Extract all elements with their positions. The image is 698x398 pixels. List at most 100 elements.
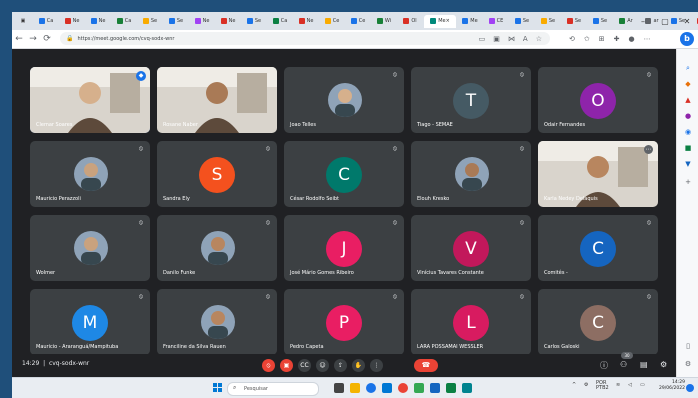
games-icon[interactable]: ●	[683, 111, 693, 121]
close-icon[interactable]: ✕	[676, 17, 698, 26]
tab[interactable]: Se	[138, 15, 162, 28]
chat-icon[interactable]: ▤	[640, 360, 648, 369]
emoji-button[interactable]: ☺	[316, 359, 329, 372]
participant-tile[interactable]: M ⦸ Mauricio - Araranguá/Mampituba	[30, 289, 150, 355]
settings-icon[interactable]: ⚙	[683, 359, 693, 369]
tab[interactable]: Ca	[268, 15, 292, 28]
tray-arrow-icon[interactable]: ^	[572, 382, 576, 388]
participant-tile[interactable]: ⋯ Karla Nedey Delaquis	[538, 141, 658, 207]
info-icon[interactable]: ⓘ	[600, 360, 608, 371]
participant-tile[interactable]: C ⦸ Comitês -	[538, 215, 658, 281]
tab[interactable]: CE	[484, 15, 508, 28]
windows-start-icon[interactable]	[213, 383, 223, 393]
more-options-icon[interactable]: ⋯	[644, 145, 653, 154]
tab[interactable]: Se	[164, 15, 188, 28]
language-indicator[interactable]: POR PTB2	[596, 381, 609, 391]
tab[interactable]: Ca	[34, 15, 58, 28]
participant-tile[interactable]: ⦸ Danilo Funke	[157, 215, 277, 281]
more-icon[interactable]: ⋯	[644, 35, 651, 43]
activities-icon[interactable]: ⚙	[660, 360, 667, 369]
shopping-icon[interactable]: ◆	[683, 79, 693, 89]
tab[interactable]: Me	[458, 15, 482, 28]
tab[interactable]: Ne	[190, 15, 214, 28]
search-icon[interactable]: ⌕	[683, 63, 693, 73]
file-explorer-icon[interactable]	[350, 383, 360, 393]
tab[interactable]: Ce	[320, 15, 344, 28]
leave-call-button[interactable]: ☎	[414, 359, 438, 372]
more-options-button[interactable]: ⋮	[370, 359, 383, 372]
participant-tile[interactable]: ◆ Clemar Soares	[30, 67, 150, 133]
tray-icon[interactable]: ⚙	[584, 382, 588, 388]
forward-icon[interactable]: →	[26, 34, 40, 44]
participant-tile[interactable]: Rosane Naber	[157, 67, 277, 133]
task-view-icon[interactable]	[334, 383, 344, 393]
word-icon[interactable]	[430, 383, 440, 393]
raise-hand-button[interactable]: ✋	[352, 359, 365, 372]
excel-icon[interactable]	[446, 383, 456, 393]
tab[interactable]: Wi	[372, 15, 396, 28]
back-icon[interactable]: ←	[12, 34, 26, 44]
sidebar-layout-icon[interactable]: ▯	[683, 341, 693, 351]
tab[interactable]: Se	[510, 15, 534, 28]
tab[interactable]: Ne	[86, 15, 110, 28]
tab-active[interactable]: Me ×	[424, 14, 456, 28]
refresh-icon[interactable]: ⟲	[569, 35, 575, 43]
tab[interactable]: Ol	[398, 15, 422, 28]
cast-icon[interactable]: ▭	[479, 35, 486, 43]
captions-button[interactable]: CC	[298, 359, 311, 372]
tools-icon[interactable]: ▲	[683, 95, 693, 105]
store-icon[interactable]	[382, 383, 392, 393]
url-text[interactable]: https://meet.google.com/cvq-sodx-wnr	[77, 36, 174, 42]
present-button[interactable]: ⇪	[334, 359, 347, 372]
tab[interactable]: Se	[242, 15, 266, 28]
wifi-icon[interactable]: ≋	[616, 382, 620, 388]
outlook-icon[interactable]: ■	[683, 143, 693, 153]
notification-icon[interactable]	[686, 384, 694, 392]
collections-icon[interactable]: ⊞	[599, 35, 605, 43]
minimize-icon[interactable]: –	[632, 17, 654, 26]
mic-off-button[interactable]: ⦸	[262, 359, 275, 372]
taskbar-clock[interactable]: 14:29 29/06/2022	[659, 380, 685, 392]
tab[interactable]: Ne	[60, 15, 84, 28]
people-icon[interactable]: ⚇	[620, 360, 627, 369]
extensions-icon[interactable]: ✚	[614, 35, 620, 43]
app2-icon[interactable]	[462, 383, 472, 393]
taskbar-search[interactable]: ⌕ Pesquisar	[227, 382, 319, 396]
read-aloud-icon[interactable]: A	[523, 35, 528, 43]
participant-tile[interactable]: T ⦸ Tiago - SEMAE	[411, 67, 531, 133]
participant-tile[interactable]: ⦸ Joao Telles	[284, 67, 404, 133]
edge-icon[interactable]	[366, 383, 376, 393]
tab[interactable]: Ca	[112, 15, 136, 28]
participant-tile[interactable]: ⦸ Mauricio Perazzoli	[30, 141, 150, 207]
tab[interactable]: Se	[588, 15, 612, 28]
participant-tile[interactable]: P ⦸ Pedro Capeta	[284, 289, 404, 355]
app-icon[interactable]	[414, 383, 424, 393]
tab[interactable]: Se	[536, 15, 560, 28]
participant-tile[interactable]: J ⦸ José Mário Gomes Ribeiro	[284, 215, 404, 281]
bing-icon[interactable]: b	[680, 32, 694, 46]
tab[interactable]: Ne	[216, 15, 240, 28]
add-icon[interactable]: +	[683, 177, 693, 187]
participant-tile[interactable]: ⦸ Wolmer	[30, 215, 150, 281]
participant-tile[interactable]: S ⦸ Sandra Ely	[157, 141, 277, 207]
omnibox[interactable]: 🔒 https://meet.google.com/cvq-sodx-wnr ▭…	[60, 32, 550, 45]
profile-icon[interactable]: ●	[629, 35, 635, 43]
tab-actions-icon[interactable]: ▣	[14, 15, 32, 28]
participant-tile[interactable]: L ⦸ LARA POSSAMAI WESSLER	[411, 289, 531, 355]
participant-tile[interactable]: C ⦸ Carlos Galoski	[538, 289, 658, 355]
volume-icon[interactable]: ◁	[628, 382, 632, 388]
chrome-icon[interactable]	[398, 383, 408, 393]
participant-tile[interactable]: ⦸ Elouh Kresko	[411, 141, 531, 207]
tab[interactable]: Ne	[294, 15, 318, 28]
reload-icon[interactable]: ⟳	[40, 34, 54, 44]
office-icon[interactable]: ◉	[683, 127, 693, 137]
camera-off-button[interactable]: ▣	[280, 359, 293, 372]
maximize-icon[interactable]: ▢	[654, 17, 676, 26]
tab[interactable]: Ce	[346, 15, 370, 28]
tab[interactable]: Se	[562, 15, 586, 28]
favorite-star-icon[interactable]: ☆	[536, 35, 542, 43]
drop-icon[interactable]: ▼	[683, 159, 693, 169]
battery-icon[interactable]: ▭	[640, 382, 645, 388]
participant-tile[interactable]: C ⦸ César Rodolfo Seibt	[284, 141, 404, 207]
participant-tile[interactable]: ⦸ Franciline da Silva Rauen	[157, 289, 277, 355]
